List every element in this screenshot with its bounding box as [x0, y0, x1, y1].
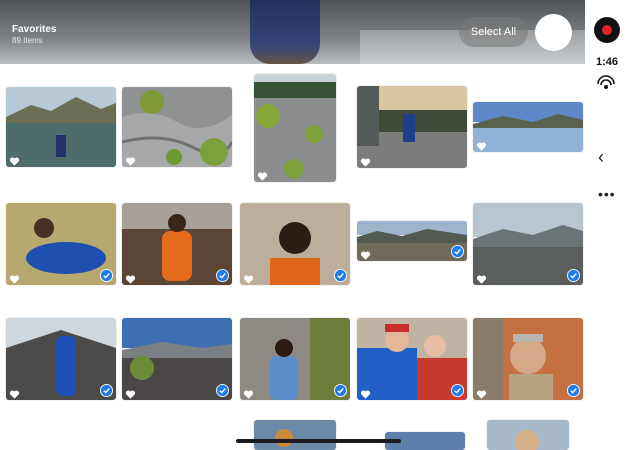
photo-thumbnail[interactable]: [473, 203, 583, 285]
chevron-left-icon[interactable]: ‹: [598, 147, 604, 168]
heart-icon: [257, 169, 268, 181]
photo-thumbnail[interactable]: [6, 318, 116, 400]
photo-thumbnail[interactable]: [6, 203, 116, 285]
avatar[interactable]: [535, 14, 572, 51]
heart-icon: [9, 154, 20, 166]
photo-thumbnail[interactable]: [473, 102, 583, 152]
photo-thumbnail[interactable]: [122, 87, 232, 167]
checkmark-circle-icon: [216, 384, 229, 397]
heart-icon: [360, 248, 371, 260]
personal-hotspot-icon: [595, 74, 617, 103]
album-title: Favorites: [12, 24, 57, 35]
checkmark-circle-icon: [100, 384, 113, 397]
heart-icon: [125, 272, 136, 284]
photo-thumbnail[interactable]: [240, 318, 350, 400]
heart-icon: [243, 272, 254, 284]
record-icon: [602, 25, 612, 35]
photo-thumbnail[interactable]: [122, 318, 232, 400]
heart-icon: [360, 387, 371, 399]
photo-thumbnail[interactable]: [254, 74, 336, 182]
photo-thumbnail[interactable]: [122, 203, 232, 285]
heart-icon: [125, 387, 136, 399]
select-all-button[interactable]: Select All: [459, 17, 528, 47]
checkmark-circle-icon: [567, 384, 580, 397]
checkmark-circle-icon: [100, 269, 113, 282]
heart-icon: [476, 272, 487, 284]
heart-icon: [476, 139, 487, 151]
status-time: 1:46: [595, 56, 619, 68]
heart-icon: [476, 387, 487, 399]
photo-thumbnail[interactable]: [240, 203, 350, 285]
photo-thumbnail[interactable]: [6, 87, 116, 167]
ellipsis-icon[interactable]: •••: [598, 186, 616, 202]
photo-thumbnail[interactable]: [473, 318, 583, 400]
photo-thumbnail[interactable]: [357, 86, 467, 168]
photo-thumbnail[interactable]: [357, 221, 467, 261]
heart-icon: [125, 154, 136, 166]
photo-grid: [0, 64, 585, 450]
album-header: Favorites 89 Items Select All: [0, 0, 585, 64]
checkmark-circle-icon: [451, 245, 464, 258]
header-background-figure: [250, 0, 320, 64]
album-item-count: 89 Items: [12, 36, 43, 45]
record-button[interactable]: [594, 17, 620, 43]
checkmark-circle-icon: [567, 269, 580, 282]
checkmark-circle-icon: [334, 384, 347, 397]
heart-icon: [9, 387, 20, 399]
heart-icon: [243, 387, 254, 399]
checkmark-circle-icon: [334, 269, 347, 282]
heart-icon: [360, 155, 371, 167]
photo-thumbnail[interactable]: [357, 318, 467, 400]
home-indicator[interactable]: [236, 439, 401, 443]
checkmark-circle-icon: [216, 269, 229, 282]
heart-icon: [9, 272, 20, 284]
checkmark-circle-icon: [451, 384, 464, 397]
